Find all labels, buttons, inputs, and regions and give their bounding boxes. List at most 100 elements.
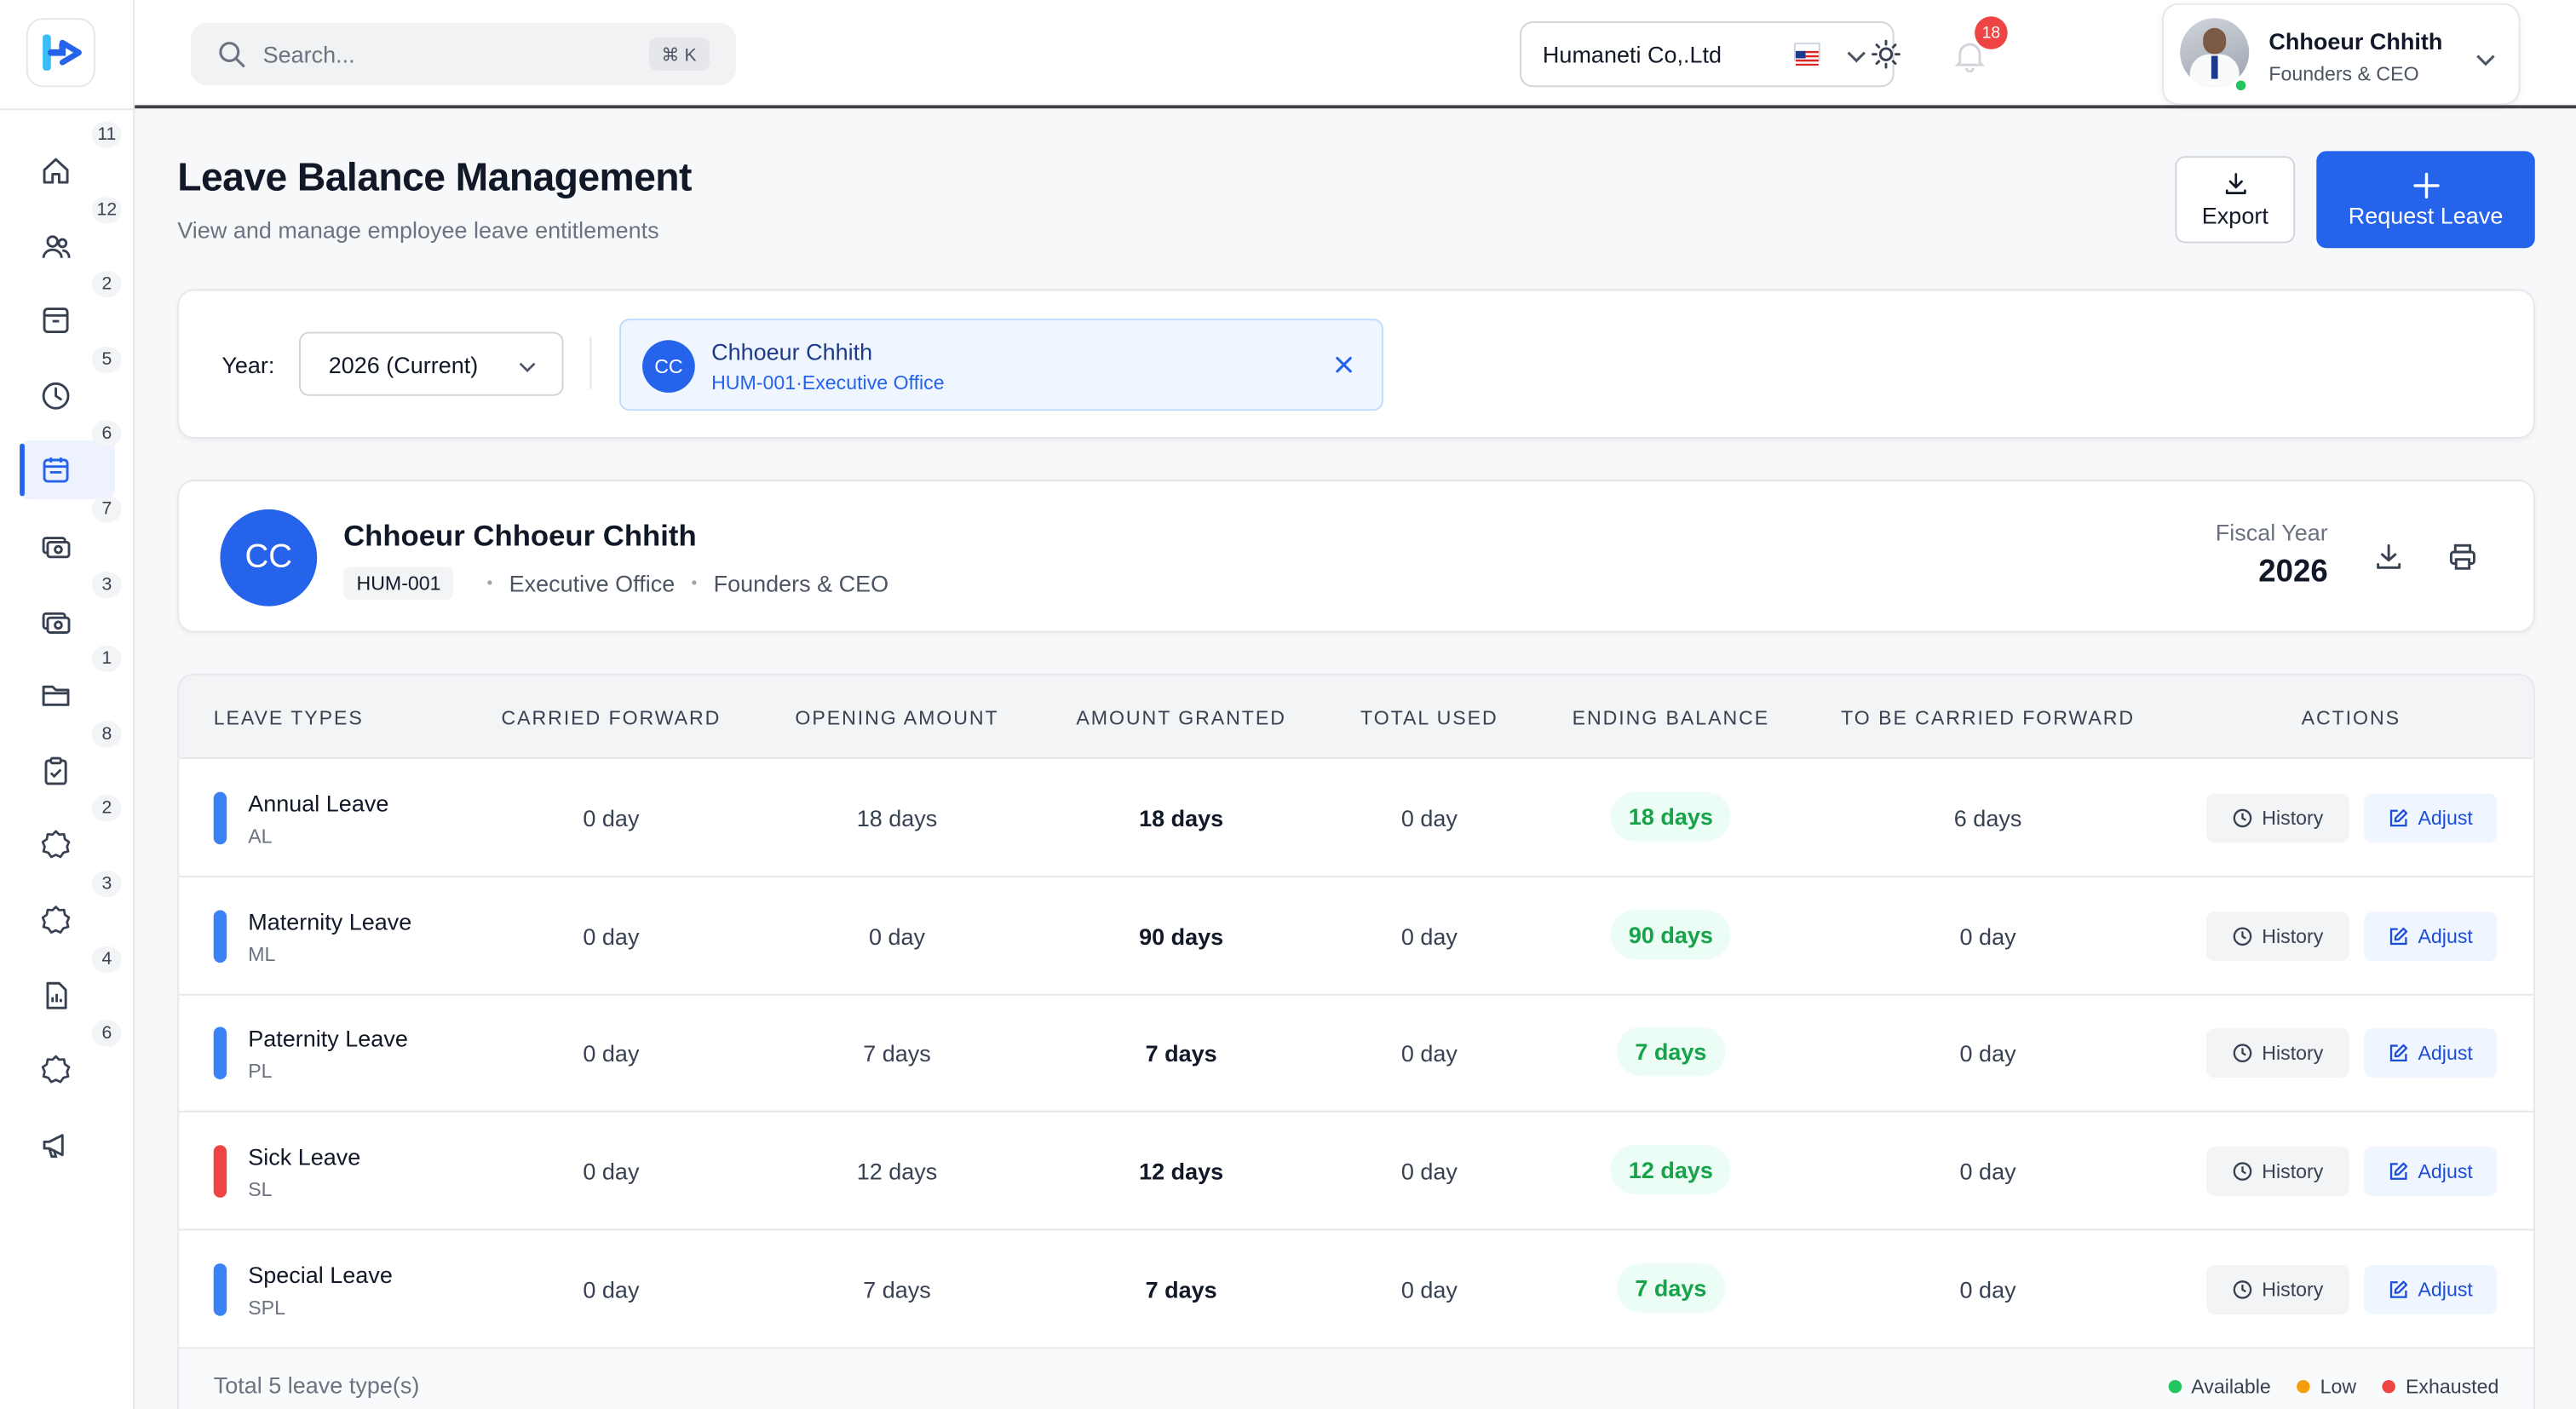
print-icon[interactable] xyxy=(2448,542,2478,572)
chevron-down-icon xyxy=(2476,55,2495,66)
sidebar-item-report[interactable]: 4 xyxy=(20,946,122,1024)
avatar: CC xyxy=(220,509,318,607)
sidebar-item-users[interactable]: 12 xyxy=(20,196,122,275)
table-row: Maternity Leave ML 0 day 0 day 90 days 0 day 9… xyxy=(179,877,2533,996)
sidebar-item-calendar[interactable]: 6 xyxy=(20,421,122,501)
nav-count-badge: 8 xyxy=(91,721,122,748)
chevron-down-icon xyxy=(1847,51,1866,63)
legend-dot xyxy=(2168,1379,2182,1394)
amount-granted-cell: 7 days xyxy=(1145,1040,1217,1067)
column-header: OPENING AMOUNT xyxy=(795,706,999,730)
sidebar-item-home[interactable]: 11 xyxy=(20,121,122,200)
sidebar-item-megaphone[interactable] xyxy=(20,1115,115,1174)
nav-count-badge: 6 xyxy=(91,421,122,448)
sidebar-item-clipboard[interactable]: 8 xyxy=(20,721,122,799)
theme-toggle-sun-icon[interactable] xyxy=(1870,37,1903,71)
adjust-button[interactable]: Adjust xyxy=(2364,793,2498,843)
app-logo[interactable] xyxy=(26,18,95,88)
sidebar-item-clock[interactable]: 5 xyxy=(20,346,122,425)
sidebar-item-money[interactable]: 7 xyxy=(20,496,122,575)
search-input[interactable]: Search... ⌘ K xyxy=(190,22,736,86)
adjust-button[interactable]: Adjust xyxy=(2364,1147,2498,1197)
legend-item: Available xyxy=(2168,1375,2271,1398)
to-be-carried-forward-cell: 0 day xyxy=(1959,1040,2016,1067)
carried-forward-cell: 0 day xyxy=(583,804,640,831)
legend-item: Exhausted xyxy=(2382,1375,2499,1399)
sidebar-item-gear[interactable]: 6 xyxy=(20,1021,122,1099)
to-be-carried-forward-cell: 6 days xyxy=(1953,804,2022,831)
download-icon xyxy=(2224,172,2245,193)
sidebar-divider xyxy=(0,108,134,111)
total-used-cell: 0 day xyxy=(1400,1040,1458,1067)
topbar: Search... ⌘ K Humaneti Co,.Ltd 18 Chhoeu… xyxy=(135,0,2576,109)
request-leave-button[interactable]: Request Leave xyxy=(2316,151,2535,249)
history-button[interactable]: History xyxy=(2206,911,2349,961)
adjust-button[interactable]: Adjust xyxy=(2364,1264,2498,1314)
nav-count-badge: 3 xyxy=(91,871,122,897)
employee-department: Executive Office xyxy=(509,570,676,597)
selected-employee-chip[interactable]: CC Chhoeur Chhith HUM-001·Executive Offi… xyxy=(619,319,1383,411)
year-select[interactable]: 2026 (Current) xyxy=(298,331,564,396)
sidebar-item-cash[interactable]: 3 xyxy=(20,571,122,650)
leave-type-code: SPL xyxy=(248,1296,285,1320)
total-used-cell: 0 day xyxy=(1400,1276,1458,1303)
company-select[interactable]: Humaneti Co,.Ltd xyxy=(1519,21,1895,88)
employee-code: HUM-001 xyxy=(343,566,454,600)
leave-type-color-bar xyxy=(213,791,227,845)
amount-granted-cell: 18 days xyxy=(1139,804,1224,831)
history-label: History xyxy=(2262,1042,2324,1066)
ending-balance-badge: 7 days xyxy=(1617,1027,1725,1077)
leave-type-name: Special Leave xyxy=(248,1261,393,1288)
megaphone-icon xyxy=(43,1133,64,1158)
leave-balance-table: LEAVE TYPES CARRIED FORWARD OPENING AMOU… xyxy=(177,673,2535,1409)
ending-balance-badge: 90 days xyxy=(1610,909,1732,959)
history-label: History xyxy=(2262,806,2324,830)
adjust-button[interactable]: Adjust xyxy=(2364,911,2498,961)
to-be-carried-forward-cell: 0 day xyxy=(1959,923,2016,950)
table-header: LEAVE TYPES CARRIED FORWARD OPENING AMOU… xyxy=(179,675,2533,759)
close-icon[interactable] xyxy=(1332,354,1355,377)
adjust-button[interactable]: Adjust xyxy=(2364,1029,2498,1078)
history-button[interactable]: History xyxy=(2206,1029,2349,1078)
history-button[interactable]: History xyxy=(2206,1264,2349,1314)
opening-amount-cell: 12 days xyxy=(856,1158,938,1185)
sidebar-item-archive[interactable]: 2 xyxy=(20,271,122,350)
leave-type-color-bar xyxy=(213,1262,227,1316)
amount-granted-cell: 90 days xyxy=(1139,923,1224,950)
clipboard-icon xyxy=(44,756,67,785)
total-used-cell: 0 day xyxy=(1400,804,1458,831)
nav-count-badge: 1 xyxy=(91,646,122,673)
status-legend: Available Low Exhausted xyxy=(2168,1375,2498,1398)
carried-forward-cell: 0 day xyxy=(583,1158,640,1185)
export-button[interactable]: Export xyxy=(2175,156,2296,244)
nav-count-badge: 5 xyxy=(91,346,122,373)
download-icon[interactable] xyxy=(2374,542,2404,572)
column-header: ACTIONS xyxy=(2301,706,2401,730)
sidebar-item-folder[interactable]: 1 xyxy=(20,646,122,724)
history-button[interactable]: History xyxy=(2206,1147,2349,1197)
sidebar-item-gear[interactable]: 2 xyxy=(20,796,122,874)
history-label: History xyxy=(2262,924,2324,948)
report-icon xyxy=(46,981,67,1009)
legend-dot xyxy=(2297,1379,2311,1394)
leave-type-code: ML xyxy=(248,942,276,966)
nav-count-badge: 2 xyxy=(91,796,122,823)
adjust-label: Adjust xyxy=(2418,1159,2473,1183)
fiscal-year-label: Fiscal Year xyxy=(2215,519,2328,546)
users-icon xyxy=(42,234,71,258)
request-leave-label: Request Leave xyxy=(2348,201,2504,228)
us-flag-icon[interactable] xyxy=(1793,43,1820,66)
total-count: Total 5 leave type(s) xyxy=(213,1372,420,1399)
gear-icon xyxy=(41,831,71,860)
sidebar-item-gear[interactable]: 3 xyxy=(20,871,122,949)
archive-icon xyxy=(43,308,69,334)
opening-amount-cell: 18 days xyxy=(856,804,938,831)
money-icon xyxy=(42,537,71,559)
legend-label: Exhausted xyxy=(2405,1375,2499,1399)
employee-position: Founders & CEO xyxy=(713,570,889,597)
leave-type-color-bar xyxy=(213,1145,227,1199)
history-button[interactable]: History xyxy=(2206,793,2349,843)
edit-icon xyxy=(2389,1280,2407,1298)
leave-type-color-bar xyxy=(213,1027,227,1080)
user-menu[interactable]: Chhoeur Chhith Founders & CEO xyxy=(2161,3,2521,106)
